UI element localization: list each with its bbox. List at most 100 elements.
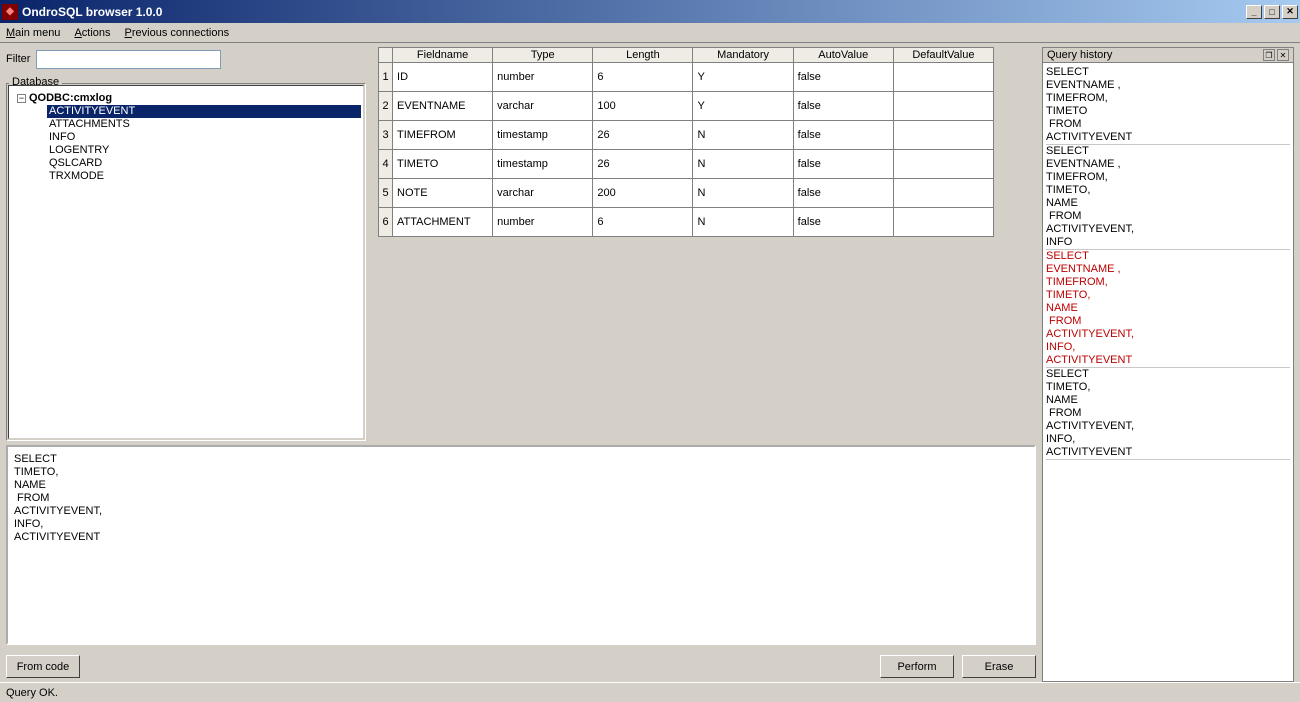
cell-length[interactable]: 26 — [593, 150, 693, 179]
menu-main[interactable]: Main menu — [6, 27, 60, 39]
cell-fieldname[interactable]: ID — [393, 63, 493, 92]
filter-row: Filter — [6, 47, 366, 71]
cell-length[interactable]: 100 — [593, 92, 693, 121]
cell-length[interactable]: 6 — [593, 208, 693, 237]
app-icon: ◆ — [2, 4, 18, 20]
table-row[interactable]: 4TIMETOtimestamp26Nfalse — [379, 150, 994, 179]
tree-item-logentry[interactable]: LOGENTRY — [47, 144, 361, 157]
cell-length[interactable]: 200 — [593, 179, 693, 208]
cell-defaultvalue[interactable] — [893, 92, 993, 121]
cell-mandatory[interactable]: Y — [693, 63, 793, 92]
row-number[interactable]: 3 — [379, 121, 393, 150]
table-row[interactable]: 6ATTACHMENTnumber6Nfalse — [379, 208, 994, 237]
cell-fieldname[interactable]: EVENTNAME — [393, 92, 493, 121]
left-column: Filter Database − QODBC:cmxlog ACTIVITYE… — [6, 47, 1036, 682]
tree-root[interactable]: − QODBC:cmxlog — [11, 92, 361, 105]
cell-mandatory[interactable]: N — [693, 179, 793, 208]
cell-fieldname[interactable]: NOTE — [393, 179, 493, 208]
content: Filter Database − QODBC:cmxlog ACTIVITYE… — [0, 43, 1300, 682]
menu-previous[interactable]: Previous connections — [125, 27, 230, 39]
cell-mandatory[interactable]: N — [693, 150, 793, 179]
cell-fieldname[interactable]: TIMEFROM — [393, 121, 493, 150]
cell-autovalue[interactable]: false — [793, 121, 893, 150]
tree-root-label: QODBC:cmxlog — [29, 92, 112, 105]
col-fieldname[interactable]: Fieldname — [393, 48, 493, 63]
query-history-close-icon[interactable]: ✕ — [1277, 49, 1289, 61]
database-panel-inner: − QODBC:cmxlog ACTIVITYEVENTATTACHMENTSI… — [8, 85, 364, 439]
query-history-entry[interactable]: SELECT EVENTNAME , TIMEFROM, TIMETO, NAM… — [1046, 250, 1290, 368]
database-tree: − QODBC:cmxlog ACTIVITYEVENTATTACHMENTSI… — [9, 86, 363, 189]
titlebar: ◆ OndroSQL browser 1.0.0 _ □ ✕ — [0, 0, 1300, 23]
tree-item-activityevent[interactable]: ACTIVITYEVENT — [47, 105, 361, 118]
erase-button[interactable]: Erase — [962, 655, 1036, 678]
cell-mandatory[interactable]: Y — [693, 92, 793, 121]
cell-autovalue[interactable]: false — [793, 63, 893, 92]
filter-input[interactable] — [36, 50, 221, 69]
query-history-entry[interactable]: SELECT TIMETO, NAME FROM ACTIVITYEVENT, … — [1046, 368, 1290, 460]
table-row[interactable]: 3TIMEFROMtimestamp26Nfalse — [379, 121, 994, 150]
cell-autovalue[interactable]: false — [793, 150, 893, 179]
cell-type[interactable]: timestamp — [493, 121, 593, 150]
cell-defaultvalue[interactable] — [893, 121, 993, 150]
query-history-entry[interactable]: SELECT EVENTNAME , TIMEFROM, TIMETO, NAM… — [1046, 145, 1290, 250]
table-pane: Fieldname Type Length Mandatory AutoValu… — [378, 47, 1036, 441]
table-row[interactable]: 5NOTEvarchar200Nfalse — [379, 179, 994, 208]
cell-autovalue[interactable]: false — [793, 179, 893, 208]
cell-defaultvalue[interactable] — [893, 179, 993, 208]
cell-type[interactable]: varchar — [493, 92, 593, 121]
query-history-dock-icon[interactable]: ❐ — [1263, 49, 1275, 61]
left-pane: Filter Database − QODBC:cmxlog ACTIVITYE… — [6, 47, 366, 441]
cell-type[interactable]: number — [493, 208, 593, 237]
tree-collapse-icon[interactable]: − — [17, 94, 26, 103]
cell-fieldname[interactable]: ATTACHMENT — [393, 208, 493, 237]
row-number[interactable]: 5 — [379, 179, 393, 208]
cell-type[interactable]: number — [493, 63, 593, 92]
cell-length[interactable]: 26 — [593, 121, 693, 150]
query-history-titlebar: Query history ❐ ✕ — [1043, 48, 1293, 63]
menubar: Main menu Actions Previous connections — [0, 23, 1300, 43]
menu-actions[interactable]: Actions — [74, 27, 110, 39]
table-row[interactable]: 1IDnumber6Yfalse — [379, 63, 994, 92]
minimize-button[interactable]: _ — [1246, 5, 1262, 19]
cell-defaultvalue[interactable] — [893, 63, 993, 92]
tree-item-attachments[interactable]: ATTACHMENTS — [47, 118, 361, 131]
tree-item-qslcard[interactable]: QSLCARD — [47, 157, 361, 170]
col-autovalue[interactable]: AutoValue — [793, 48, 893, 63]
cell-defaultvalue[interactable] — [893, 150, 993, 179]
database-panel: Database − QODBC:cmxlog ACTIVITYEVENTATT… — [6, 83, 366, 441]
cell-mandatory[interactable]: N — [693, 208, 793, 237]
query-editor[interactable]: SELECT TIMETO, NAME FROM ACTIVITYEVENT, … — [6, 445, 1036, 645]
query-history-panel: Query history ❐ ✕ SELECT EVENTNAME , TIM… — [1042, 47, 1294, 682]
table-header-row: Fieldname Type Length Mandatory AutoValu… — [379, 48, 994, 63]
tree-item-info[interactable]: INFO — [47, 131, 361, 144]
from-code-button[interactable]: From code — [6, 655, 80, 678]
top-row: Filter Database − QODBC:cmxlog ACTIVITYE… — [6, 47, 1036, 441]
tree-item-trxmode[interactable]: TRXMODE — [47, 170, 361, 183]
col-mandatory[interactable]: Mandatory — [693, 48, 793, 63]
perform-button[interactable]: Perform — [880, 655, 954, 678]
col-defaultvalue[interactable]: DefaultValue — [893, 48, 993, 63]
cell-autovalue[interactable]: false — [793, 92, 893, 121]
query-history-title: Query history — [1047, 49, 1261, 61]
query-history-body[interactable]: SELECT EVENTNAME , TIMEFROM, TIMETO FROM… — [1043, 63, 1293, 681]
row-number[interactable]: 2 — [379, 92, 393, 121]
row-number[interactable]: 4 — [379, 150, 393, 179]
cell-type[interactable]: varchar — [493, 179, 593, 208]
cell-autovalue[interactable]: false — [793, 208, 893, 237]
fields-table[interactable]: Fieldname Type Length Mandatory AutoValu… — [378, 47, 994, 237]
close-button[interactable]: ✕ — [1282, 5, 1298, 19]
cell-length[interactable]: 6 — [593, 63, 693, 92]
col-length[interactable]: Length — [593, 48, 693, 63]
window-title: OndroSQL browser 1.0.0 — [22, 5, 1244, 19]
query-history-entry[interactable]: SELECT EVENTNAME , TIMEFROM, TIMETO FROM… — [1046, 66, 1290, 145]
col-type[interactable]: Type — [493, 48, 593, 63]
status-text: Query OK. — [6, 687, 58, 699]
table-row[interactable]: 2EVENTNAMEvarchar100Yfalse — [379, 92, 994, 121]
maximize-button[interactable]: □ — [1264, 5, 1280, 19]
cell-fieldname[interactable]: TIMETO — [393, 150, 493, 179]
cell-mandatory[interactable]: N — [693, 121, 793, 150]
row-number[interactable]: 6 — [379, 208, 393, 237]
cell-defaultvalue[interactable] — [893, 208, 993, 237]
row-number[interactable]: 1 — [379, 63, 393, 92]
cell-type[interactable]: timestamp — [493, 150, 593, 179]
